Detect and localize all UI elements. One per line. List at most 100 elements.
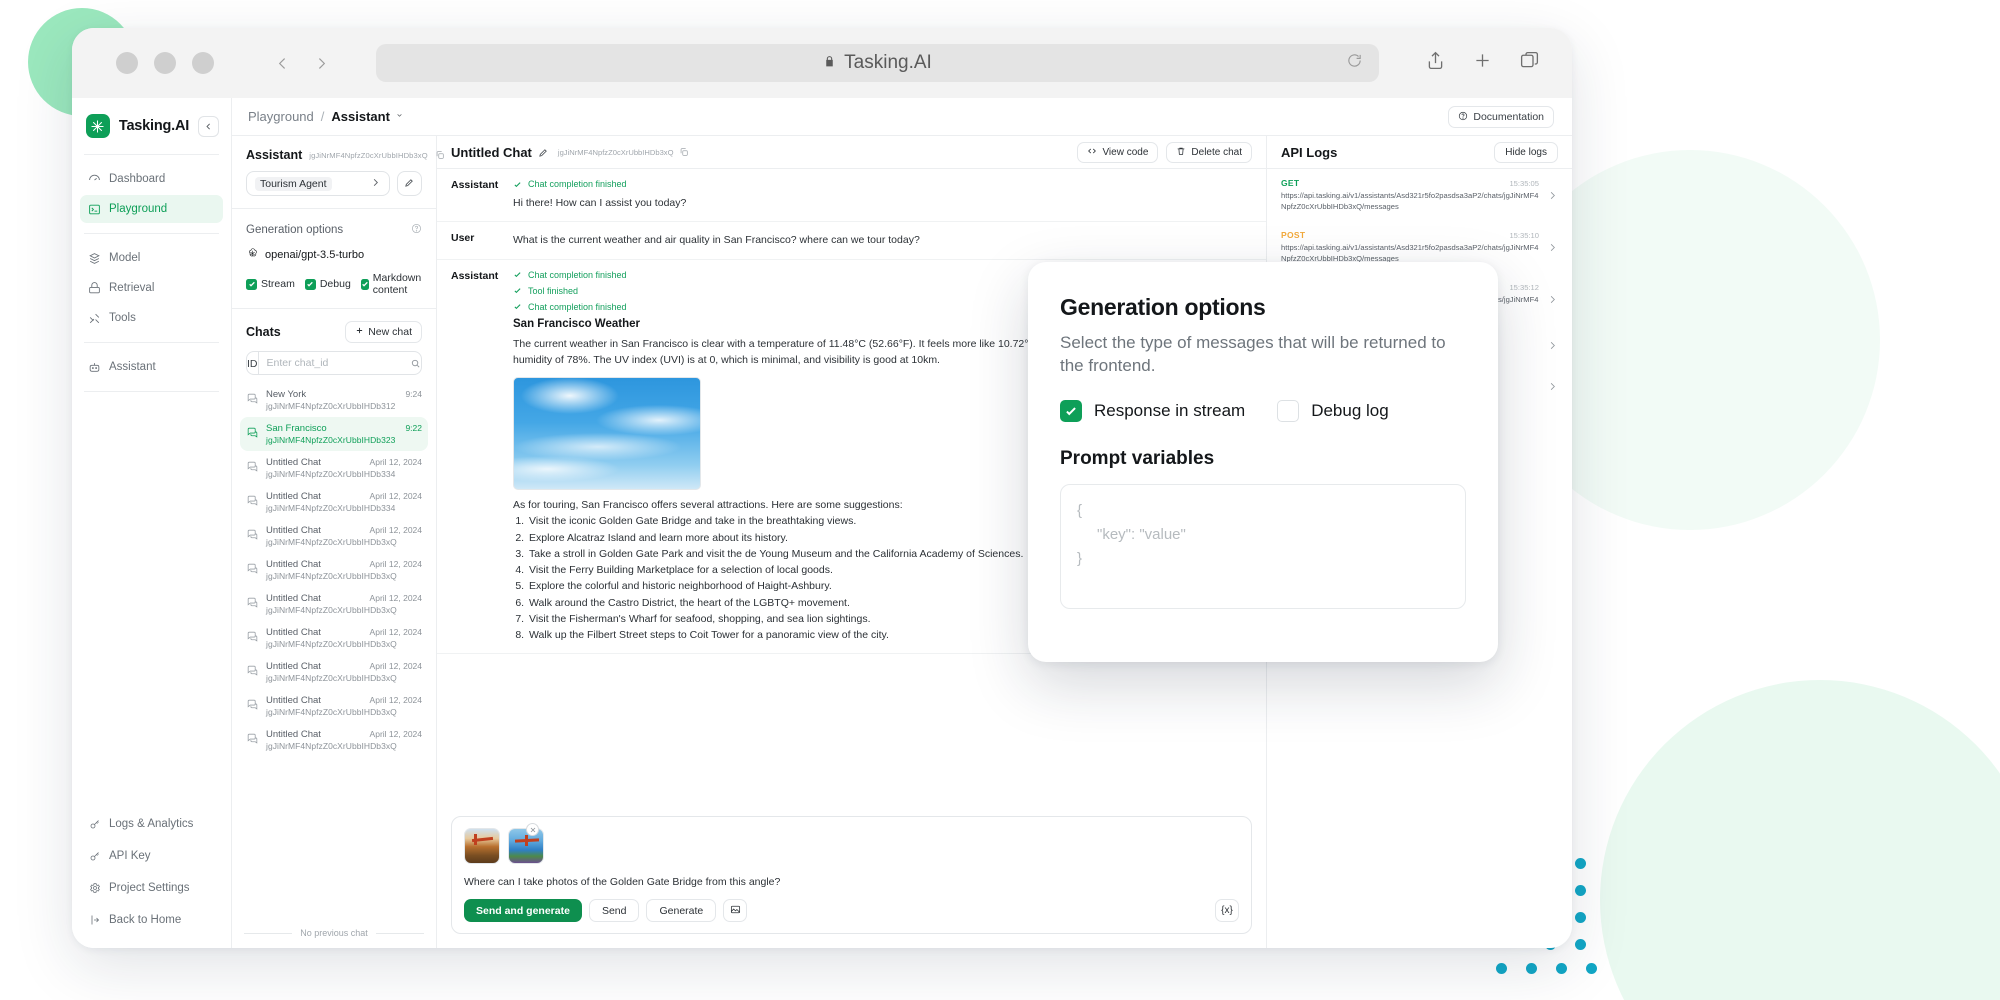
search-icon[interactable] [410,358,423,369]
address-bar[interactable]: Tasking.AI [376,44,1379,82]
chat-list-item[interactable]: Untitled ChatApril 12, 2024jgJiNrMF4Npfz… [240,451,428,485]
send-button[interactable]: Send [589,899,640,922]
chats-title: Chats [246,325,281,339]
chat-id: jgJiNrMF4NpfzZ0cXrUbbIHDb3xQ [266,639,422,649]
sidebar-item-tools[interactable]: Tools [80,304,223,332]
chat-id: jgJiNrMF4NpfzZ0cXrUbbIHDb3xQ [266,537,422,547]
sidebar-item-back-to-home[interactable]: Back to Home [80,906,223,934]
chat-bubble-icon [246,392,259,410]
close-window-button[interactable] [116,52,138,74]
sidebar-item-logs-analytics[interactable]: Logs & Analytics [80,810,223,838]
code-line: } [1077,547,1449,571]
composer-input[interactable]: Where can I take photos of the Golden Ga… [464,876,1239,888]
composer-box[interactable]: Where can I take photos of the Golden Ga… [451,816,1252,934]
checkbox-stream[interactable]: Stream [246,278,295,290]
prompt-variables-editor[interactable]: { "key": "value" } [1060,484,1466,609]
chevron-right-icon[interactable] [1547,334,1558,357]
chat-list-item[interactable]: Untitled ChatApril 12, 2024jgJiNrMF4Npfz… [240,553,428,587]
sidebar-group-assistant: Assistant [72,345,231,389]
divider [84,391,219,392]
view-code-button[interactable]: View code [1077,142,1158,163]
chevron-down-icon[interactable] [395,111,404,123]
modal-checkbox-debug-log[interactable]: Debug log [1277,400,1389,422]
copy-icon[interactable] [679,147,689,157]
sidebar-label: Retrieval [109,282,154,294]
generate-button[interactable]: Generate [646,899,716,922]
attach-image-button[interactable] [723,899,747,922]
sidebar-item-retrieval[interactable]: Retrieval [80,274,223,302]
delete-chat-button[interactable]: Delete chat [1166,142,1252,163]
decor-dot [1496,963,1507,974]
hide-logs-button[interactable]: Hide logs [1494,142,1558,163]
chat-list-item[interactable]: Untitled ChatApril 12, 2024jgJiNrMF4Npfz… [240,689,428,723]
chat-list-item[interactable]: San Francisco9:22jgJiNrMF4NpfzZ0cXrUbbIH… [240,417,428,451]
remove-attachment-button[interactable] [526,823,539,836]
question-icon[interactable] [411,221,422,239]
chat-list-item[interactable]: Untitled ChatApril 12, 2024jgJiNrMF4Npfz… [240,519,428,553]
chat-message: AssistantChat completion finishedHi ther… [437,169,1266,222]
prompt-variables-button[interactable]: {x} [1215,899,1239,922]
chat-bubble-icon [246,426,259,444]
attachment-thumb[interactable] [508,828,544,864]
documentation-button[interactable]: Documentation [1448,106,1554,128]
sidebar-label: Back to Home [109,914,181,926]
chat-id-input[interactable] [259,357,410,369]
log-time: 15:35:12 [1509,283,1539,292]
sidebar-group-resources: Model Retrieval Tools [72,236,231,340]
gear-icon [88,882,101,895]
chat-list[interactable]: New York9:24jgJiNrMF4NpfzZ0cXrUbbIHDb312… [232,375,436,922]
chat-list-item[interactable]: Untitled ChatApril 12, 2024jgJiNrMF4Npfz… [240,723,428,757]
chevron-right-icon[interactable] [1547,375,1558,398]
api-log-item[interactable]: GET15:35:05https://api.tasking.ai/v1/ass… [1267,169,1572,221]
key-icon [88,818,101,831]
sidebar-item-playground[interactable]: Playground [80,195,223,223]
checkbox-debug[interactable]: Debug [305,278,351,290]
breadcrumb-current[interactable]: Assistant [331,109,390,124]
sidebar-item-assistant[interactable]: Assistant [80,353,223,381]
chevron-right-icon[interactable] [1547,282,1558,316]
sidebar-item-model[interactable]: Model [80,244,223,272]
chat-bubble-icon [246,664,259,682]
sidebar-item-dashboard[interactable]: Dashboard [80,165,223,193]
send-and-generate-button[interactable]: Send and generate [464,899,582,922]
collapse-sidebar-button[interactable] [198,116,219,137]
decor-dot [1575,912,1586,923]
app-logo-icon [86,114,110,138]
modal-checkbox-response-in-stream[interactable]: Response in stream [1060,400,1245,422]
sidebar-item-api-key[interactable]: API Key [80,842,223,870]
pencil-icon[interactable] [538,147,549,158]
chat-list-item[interactable]: Untitled ChatApril 12, 2024jgJiNrMF4Npfz… [240,587,428,621]
tabs-icon[interactable] [1519,50,1540,76]
chat-time: April 12, 2024 [370,729,422,739]
new-chat-button[interactable]: New chat [345,321,422,343]
assistant-select[interactable]: Tourism Agent [246,171,390,196]
chevron-right-icon[interactable] [1547,178,1558,212]
minimize-window-button[interactable] [154,52,176,74]
playground-icon [88,203,101,216]
edit-assistant-button[interactable] [397,171,422,196]
maximize-window-button[interactable] [192,52,214,74]
chevron-right-icon[interactable] [1547,230,1558,264]
window-traffic-lights[interactable] [116,52,214,74]
chat-id: jgJiNrMF4NpfzZ0cXrUbbIHDb334 [266,469,422,479]
modal-subtitle: Select the type of messages that will be… [1060,331,1450,378]
back-icon[interactable] [274,55,291,72]
chat-list-item[interactable]: Untitled ChatApril 12, 2024jgJiNrMF4Npfz… [240,655,428,689]
chat-list-item[interactable]: Untitled ChatApril 12, 2024jgJiNrMF4Npfz… [240,621,428,655]
chat-list-item[interactable]: Untitled ChatApril 12, 2024jgJiNrMF4Npfz… [240,485,428,519]
sidebar-item-project-settings[interactable]: Project Settings [80,874,223,902]
share-icon[interactable] [1425,50,1446,76]
reload-icon[interactable] [1346,52,1363,74]
attachment-thumb[interactable] [464,828,500,864]
checkbox-markdown[interactable]: Markdown content [361,272,424,296]
chat-name: Untitled Chat [266,457,321,468]
chat-id-search[interactable]: ID [246,351,422,375]
chat-id: jgJiNrMF4NpfzZ0cXrUbbIHDb3xQ [266,571,422,581]
breadcrumb-root[interactable]: Playground [248,109,314,124]
model-name: openai/gpt-3.5-turbo [265,249,364,261]
chat-list-item[interactable]: New York9:24jgJiNrMF4NpfzZ0cXrUbbIHDb312 [240,383,428,417]
modal-title: Generation options [1060,294,1466,321]
plus-icon[interactable] [1472,50,1493,76]
forward-icon[interactable] [313,55,330,72]
message-role: User [451,232,513,248]
